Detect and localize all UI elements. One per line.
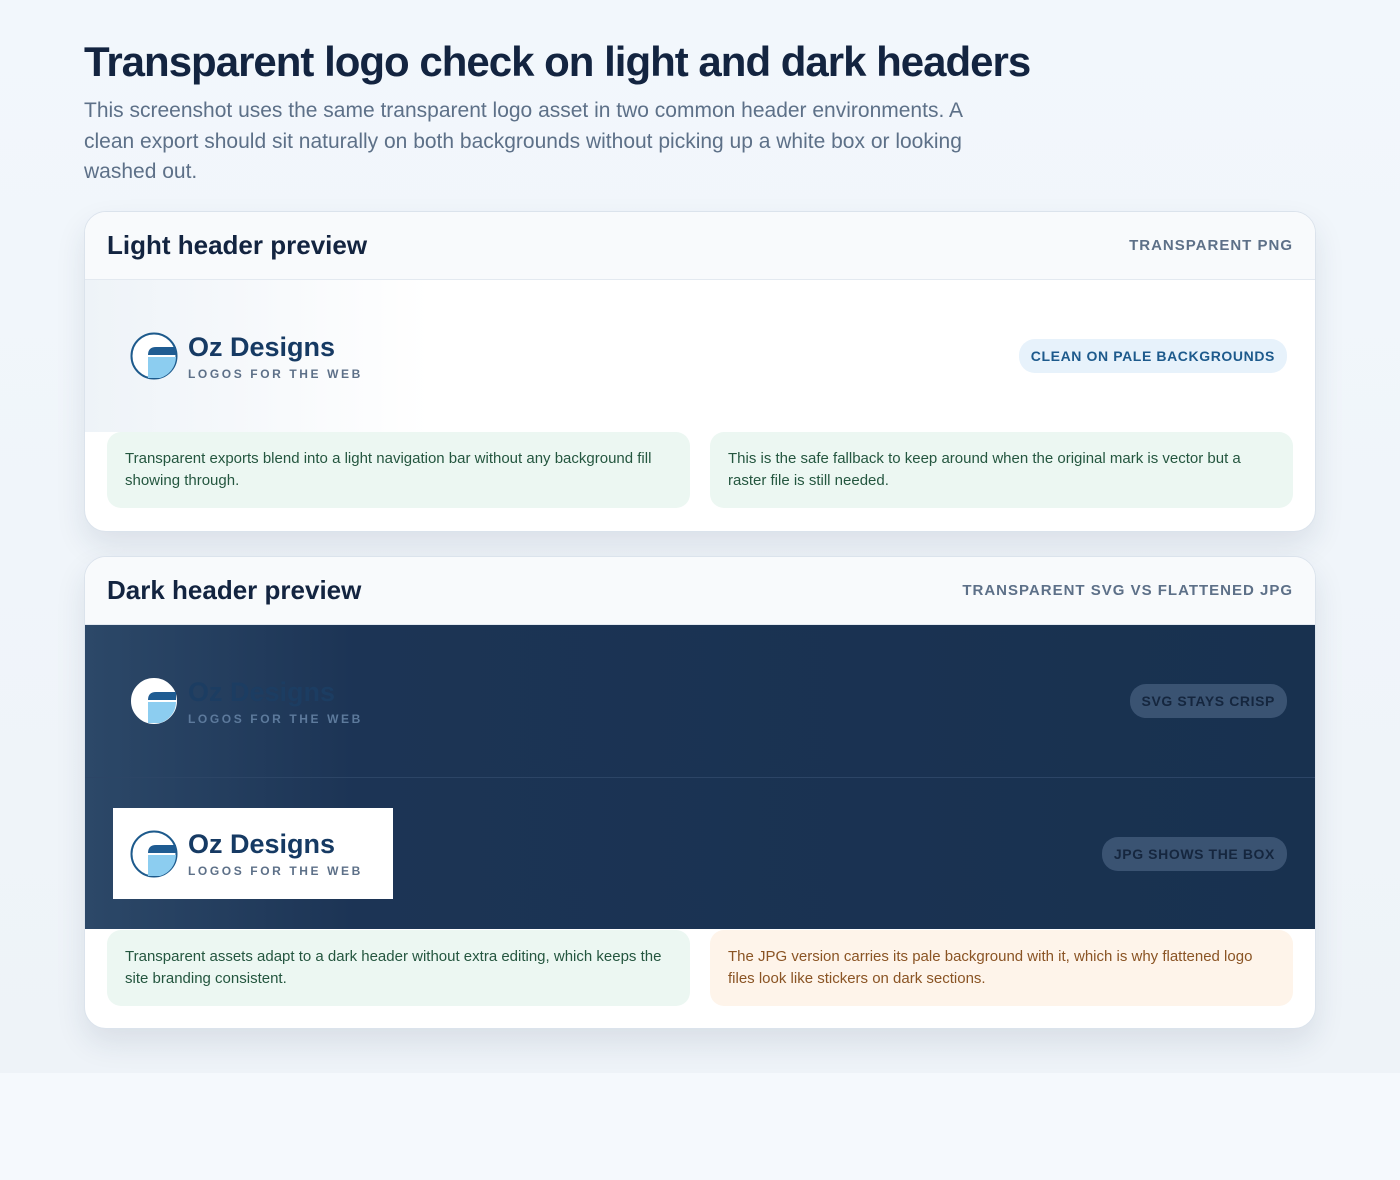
logo-name: Oz Designs — [188, 829, 336, 859]
logo-text: Oz Designs LOGOS FOR THE WEB — [188, 829, 363, 878]
logo-text: Oz Designs LOGOS FOR THE WEB — [188, 332, 363, 381]
note-card: Transparent exports blend into a light n… — [107, 432, 690, 508]
logo-name: Oz Designs — [188, 676, 336, 707]
logo-tagline: LOGOS FOR THE WEB — [188, 366, 363, 381]
logo-name: Oz Designs — [188, 331, 336, 362]
oz-designs-mark-icon — [130, 332, 178, 380]
light-header-preview: Oz Designs LOGOS FOR THE WEB CLEAN ON PA… — [85, 280, 1315, 432]
note-card: Transparent assets adapt to a dark heade… — [107, 930, 690, 1006]
card-title: Light header preview — [107, 230, 368, 260]
light-header-card: Light header preview TRANSPARENT PNG Oz … — [84, 211, 1316, 532]
format-tag: TRANSPARENT PNG — [1129, 237, 1293, 254]
page-title: Transparent logo check on light and dark… — [84, 38, 1031, 85]
card-title: Dark header preview — [107, 575, 362, 605]
logo-text: Oz Designs LOGOS FOR THE WEB — [188, 677, 363, 726]
format-tag: TRANSPARENT SVG VS FLATTENED JPG — [962, 582, 1293, 599]
card-header: Dark header preview TRANSPARENT SVG VS F… — [85, 557, 1315, 625]
dark-header-card: Dark header preview TRANSPARENT SVG VS F… — [84, 556, 1316, 1029]
logo-tagline: LOGOS FOR THE WEB — [188, 711, 363, 726]
logo-tagline: LOGOS FOR THE WEB — [188, 864, 363, 878]
card-header: Light header preview TRANSPARENT PNG — [85, 212, 1315, 280]
notes-row: Transparent exports blend into a light n… — [107, 432, 1293, 508]
logo: Oz Designs LOGOS FOR THE WEB — [130, 829, 363, 878]
jpg-dark-header-preview: Oz Designs LOGOS FOR THE WEB JPG SHOWS T… — [85, 777, 1315, 929]
logo: Oz Designs LOGOS FOR THE WEB — [113, 677, 363, 726]
notes-row: Transparent assets adapt to a dark heade… — [107, 930, 1293, 1006]
logo: Oz Designs LOGOS FOR THE WEB — [113, 332, 363, 381]
warning-note-card: The JPG version carries its pale backgro… — [710, 930, 1293, 1006]
note-card: This is the safe fallback to keep around… — [710, 432, 1293, 508]
jpg-white-box: Oz Designs LOGOS FOR THE WEB — [113, 808, 393, 899]
oz-designs-mark-icon — [130, 830, 178, 877]
status-badge: CLEAN ON PALE BACKGROUNDS — [1018, 339, 1287, 373]
svg-dark-header-preview: Oz Designs LOGOS FOR THE WEB SVG STAYS C… — [85, 625, 1315, 777]
status-badge: JPG SHOWS THE BOX — [1101, 836, 1287, 871]
status-badge: SVG STAYS CRISP — [1129, 684, 1287, 718]
oz-designs-mark-icon — [131, 678, 177, 724]
page-subtitle: This screenshot uses the same transparen… — [84, 99, 962, 183]
